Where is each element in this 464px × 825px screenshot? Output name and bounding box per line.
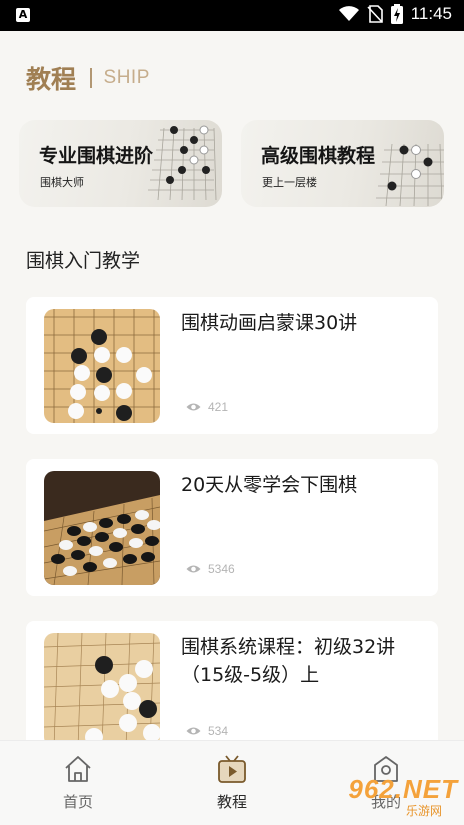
view-count: 5346 [186, 562, 235, 576]
course-title: 围棋系统课程：初级32讲（15级-5级）上 [181, 636, 396, 686]
eye-icon [186, 565, 201, 573]
tab-tutorial[interactable]: 教程 [192, 755, 272, 812]
eye-icon [186, 727, 201, 735]
promo-card-advanced-tutorial[interactable]: 高级围棋教程 更上一层楼 [241, 120, 444, 207]
section-title: 围棋入门教学 [26, 250, 141, 272]
go-board-illustration [148, 125, 217, 201]
home-icon [65, 756, 91, 782]
header-divider [90, 68, 92, 88]
go-board-illustration [376, 143, 444, 207]
page-title: 教程 [26, 65, 77, 94]
watermark-logo: 962.NET [348, 774, 458, 804]
tab-label: 首页 [62, 793, 93, 811]
course-thumbnail [44, 633, 160, 747]
course-thumbnail [44, 471, 160, 585]
course-title: 20天从零学会下围棋 [181, 474, 358, 496]
status-bar: A 11:45 [0, 0, 464, 31]
tab-home[interactable]: 首页 [38, 755, 118, 812]
wifi-icon [338, 6, 359, 21]
view-count: 534 [186, 724, 228, 738]
clock: 11:45 [410, 4, 452, 23]
course-card[interactable]: 围棋系统课程：初级32讲（15级-5级）上 534 [26, 621, 438, 758]
eye-icon [186, 403, 201, 411]
promo-subtitle: 围棋大师 [40, 176, 84, 189]
course-card[interactable]: 20天从零学会下围棋 5346 [26, 459, 438, 596]
page-subtitle: SHIP [103, 67, 150, 88]
promo-card-advanced-pro[interactable]: 专业围棋进阶 围棋大师 [19, 120, 222, 207]
video-icon [218, 755, 246, 783]
app-notification-icon: A [16, 8, 30, 22]
no-sim-icon [367, 5, 383, 23]
view-count-value: 5346 [208, 562, 235, 576]
course-thumbnail [44, 309, 160, 423]
battery-charging-icon [390, 4, 403, 24]
view-count: 421 [186, 400, 228, 414]
view-count-value: 534 [208, 724, 229, 738]
promo-title: 高级围棋教程 [261, 145, 376, 167]
promo-subtitle: 更上一层楼 [262, 176, 317, 189]
view-count-value: 421 [208, 400, 229, 414]
watermark-subtext: 乐游网 [405, 804, 442, 818]
course-title: 围棋动画启蒙课30讲 [181, 312, 358, 334]
course-card[interactable]: 围棋动画启蒙课30讲 421 [26, 297, 438, 434]
tab-label: 教程 [216, 793, 247, 811]
page-header: 教程 SHIP [26, 60, 150, 96]
promo-title: 专业围棋进阶 [39, 145, 154, 167]
